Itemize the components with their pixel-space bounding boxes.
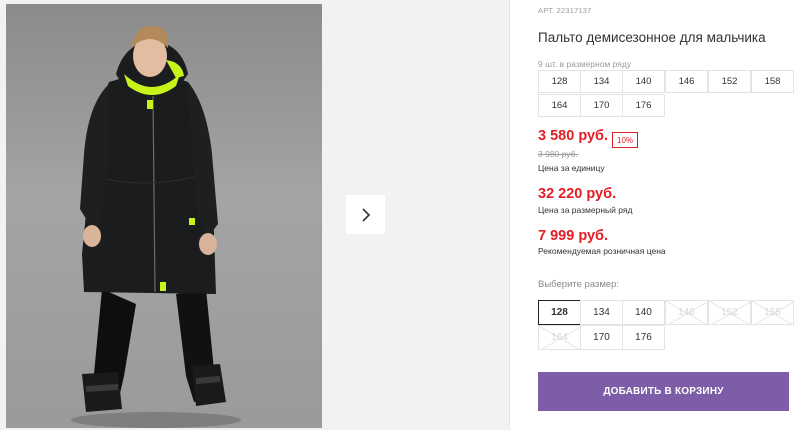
gallery-next-button[interactable] <box>346 195 385 234</box>
size-row-cell: 170 <box>580 94 623 117</box>
size-option-label: 158 <box>764 307 781 318</box>
size-option-164: 164 <box>538 325 581 350</box>
recommended-price: 7 999 руб. <box>538 228 609 244</box>
size-row-cell: 176 <box>622 94 665 117</box>
product-title: Пальто демисезонное для мальчика <box>538 30 766 45</box>
size-row-cell: 134 <box>580 70 623 93</box>
size-row-cell: 158 <box>751 70 794 93</box>
unit-price: 3 580 руб. <box>538 128 609 144</box>
size-row-cell: 164 <box>538 94 581 117</box>
product-photo <box>6 4 322 428</box>
size-row-count: 9 шт. в размерном ряду <box>538 59 632 69</box>
size-row-cell: 152 <box>708 70 751 93</box>
add-to-cart-button[interactable]: ДОБАВИТЬ В КОРЗИНУ <box>538 372 789 411</box>
size-option-176[interactable]: 176 <box>622 325 665 350</box>
unit-price-label: Цена за единицу <box>538 163 605 173</box>
size-picker-label: Выберите размер: <box>538 279 620 290</box>
size-option-label: 146 <box>678 307 695 318</box>
discount-badge: 10% <box>612 132 639 148</box>
size-row-cell: 128 <box>538 70 581 93</box>
old-price: 3 980 руб. <box>538 149 578 159</box>
size-row-cell: 140 <box>622 70 665 93</box>
size-option-146: 146 <box>665 300 708 325</box>
product-gallery <box>0 0 510 430</box>
boy-in-coat-illustration <box>71 26 241 428</box>
recommended-price-label: Рекомендуемая розничная цена <box>538 246 666 256</box>
chevron-right-icon <box>361 207 370 222</box>
product-info-panel: АРТ. 22317137 Пальто демисезонное для ма… <box>538 0 800 430</box>
article-number: АРТ. 22317137 <box>538 6 592 15</box>
size-option-158: 158 <box>751 300 794 325</box>
size-row-price: 32 220 руб. <box>538 186 617 202</box>
size-option-label: 164 <box>551 332 568 343</box>
size-row-price-label: Цена за размерный ряд <box>538 205 633 215</box>
size-option-label: 152 <box>721 307 738 318</box>
size-row-cell: 146 <box>665 70 708 93</box>
size-option-152: 152 <box>708 300 751 325</box>
size-option-128[interactable]: 128 <box>538 300 581 325</box>
size-option-170[interactable]: 170 <box>580 325 623 350</box>
size-option-140[interactable]: 140 <box>622 300 665 325</box>
size-option-134[interactable]: 134 <box>580 300 623 325</box>
